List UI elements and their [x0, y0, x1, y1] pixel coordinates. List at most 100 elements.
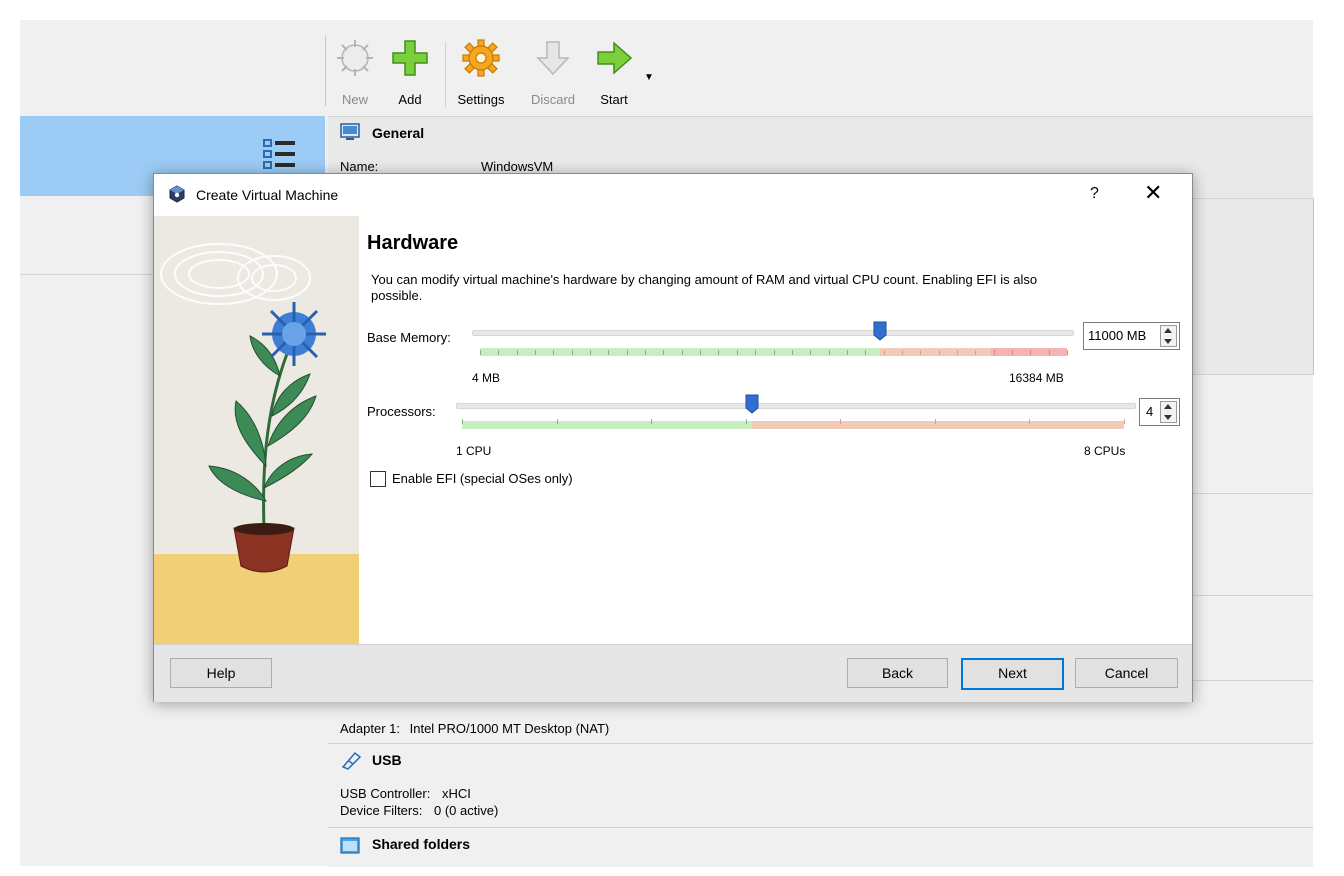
memory-tick — [755, 350, 757, 355]
memory-tick — [608, 350, 610, 355]
processors-tick — [934, 419, 936, 424]
processors-band-safe — [462, 421, 752, 429]
memory-tick — [846, 350, 848, 355]
add-label: Add — [398, 92, 422, 107]
efi-checkbox[interactable] — [370, 471, 386, 487]
wizard-illustration — [154, 216, 359, 644]
memory-tick — [681, 350, 683, 355]
back-button[interactable]: Back — [847, 658, 948, 688]
add-button[interactable]: Add — [380, 32, 440, 112]
name-key: Name: — [340, 159, 379, 174]
new-label: New — [341, 92, 368, 107]
processors-tick — [462, 419, 463, 424]
new-icon — [337, 40, 373, 76]
memory-max-label: 16384 MB — [1009, 371, 1064, 385]
processors-spinbox[interactable]: 4 — [1139, 398, 1180, 426]
cancel-button[interactable]: Cancel — [1075, 658, 1178, 688]
next-button[interactable]: Next — [961, 658, 1064, 690]
memory-tick — [1030, 350, 1032, 355]
page-description: You can modify virtual machine's hardwar… — [371, 272, 1038, 303]
new-button[interactable]: New — [325, 32, 385, 112]
memory-tick — [773, 350, 775, 355]
memory-tick — [498, 350, 500, 355]
memory-spinbox[interactable]: 11000 MB — [1083, 322, 1180, 350]
memory-tick — [865, 350, 867, 355]
name-value: WindowsVM — [481, 159, 554, 174]
processors-max-label: 8 CPUs — [1084, 444, 1126, 458]
memory-tick — [1011, 350, 1013, 355]
memory-tick — [791, 350, 793, 355]
memory-tick — [663, 350, 665, 355]
memory-tick — [993, 350, 995, 355]
memory-value: 11000 MB — [1088, 328, 1147, 343]
memory-tick — [700, 350, 702, 355]
usb-controller-value: xHCI — [441, 786, 471, 801]
memory-tick — [718, 350, 720, 355]
divider — [1190, 493, 1313, 494]
chevron-down-icon[interactable]: ▼ — [644, 72, 654, 83]
adapter-value: Intel PRO/1000 MT Desktop (NAT) — [409, 721, 610, 736]
adapter-key: Adapter 1: — [340, 721, 400, 736]
memory-tick — [535, 350, 537, 355]
settings-button[interactable]: Settings — [451, 32, 511, 112]
memory-tick — [975, 350, 977, 355]
memory-slider-track[interactable] — [472, 330, 1074, 336]
settings-label: Settings — [457, 92, 505, 107]
general-title: General — [372, 125, 425, 141]
usb-icon — [340, 750, 362, 773]
shared-folders-section: Shared folders — [328, 827, 1313, 867]
memory-tick — [883, 350, 885, 355]
memory-tick — [810, 350, 812, 355]
memory-band-safe — [480, 348, 881, 356]
toolbar-separator — [445, 42, 446, 108]
spin-arrows-icon[interactable] — [1160, 401, 1177, 423]
memory-min-label: 4 MB — [472, 371, 501, 385]
usb-title: USB — [372, 752, 402, 768]
monitor-icon — [340, 123, 360, 144]
help-button[interactable]: Help — [170, 658, 272, 688]
memory-tick — [828, 350, 830, 355]
efi-label[interactable]: Enable EFI (special OSes only) — [392, 471, 573, 486]
gear-icon — [462, 39, 500, 77]
arrow-down-icon — [536, 41, 570, 76]
usb-controller-key: USB Controller: — [340, 786, 431, 801]
plus-icon — [392, 40, 428, 76]
memory-tick — [516, 350, 518, 355]
memory-band-danger — [990, 348, 1067, 356]
memory-slider-handle[interactable] — [873, 321, 887, 341]
list-menu-icon[interactable] — [262, 138, 298, 172]
help-icon[interactable]: ? — [1090, 185, 1099, 203]
divider — [1190, 595, 1313, 596]
processors-slider-handle[interactable] — [745, 394, 759, 414]
memory-tick — [1067, 350, 1068, 355]
processors-tick — [745, 419, 747, 424]
start-button[interactable]: Start — [584, 32, 644, 112]
memory-band-warning — [880, 348, 991, 356]
processors-min-label: 1 CPU — [456, 444, 492, 458]
spin-arrows-icon[interactable] — [1160, 325, 1177, 347]
shared-folders-title: Shared folders — [372, 836, 471, 852]
memory-tick — [590, 350, 592, 355]
divider — [1190, 374, 1313, 375]
memory-tick — [938, 350, 940, 355]
start-label: Start — [600, 92, 628, 107]
memory-tick — [571, 350, 573, 355]
processors-tick — [556, 419, 558, 424]
memory-tick — [920, 350, 922, 355]
memory-tick — [626, 350, 628, 355]
processors-tick — [1029, 419, 1031, 424]
processors-band-warning — [751, 421, 1124, 429]
create-vm-dialog: Create Virtual Machine ? ✕ Hardware You … — [153, 173, 1193, 702]
memory-tick — [956, 350, 958, 355]
device-filters-key: Device Filters: — [340, 803, 423, 818]
close-icon[interactable]: ✕ — [1144, 180, 1162, 206]
dialog-title: Create Virtual Machine — [196, 187, 339, 203]
discard-button[interactable]: Discard — [523, 32, 583, 112]
processors-tick — [651, 419, 653, 424]
memory-tick — [480, 350, 481, 355]
processors-slider-track[interactable] — [456, 403, 1136, 409]
discard-label: Discard — [530, 92, 576, 107]
processors-label: Processors: — [367, 404, 436, 419]
processors-value: 4 — [1146, 404, 1154, 419]
folder-icon — [340, 836, 360, 857]
